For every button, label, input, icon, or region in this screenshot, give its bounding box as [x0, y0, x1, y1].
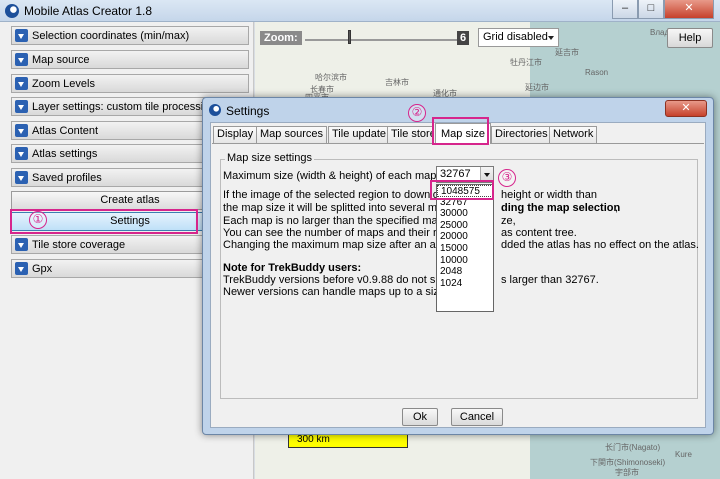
- tab-display[interactable]: Display: [213, 126, 258, 143]
- note-text-1b: s larger than 32767.: [501, 274, 599, 286]
- collapse-arrow-icon: [15, 124, 28, 137]
- tab-tile-update[interactable]: Tile update: [328, 126, 391, 143]
- max-size-value: 32767: [440, 168, 471, 180]
- map-toolbar: Zoom: 6 Grid disabled: [255, 26, 720, 48]
- collapse-arrow-icon: [15, 147, 28, 160]
- map-label: 长门市(Nagato): [605, 443, 661, 452]
- maximize-button[interactable]: □: [638, 0, 664, 19]
- info-text-1b: height or width than: [501, 189, 598, 201]
- dropdown-option[interactable]: 20000: [437, 231, 493, 243]
- info-text-5a: Changing the maximum map size after an a…: [223, 239, 446, 251]
- panel-label: Zoom Levels: [32, 78, 95, 90]
- collapse-arrow-icon: [15, 171, 28, 184]
- info-text-4a: You can see the number of maps and their…: [223, 227, 449, 239]
- collapse-arrow-icon: [15, 100, 28, 113]
- map-label: Kure: [675, 450, 692, 459]
- cancel-button[interactable]: Cancel: [451, 408, 503, 426]
- max-size-dropdown-list: 1048575 32767 30000 25000 20000 15000 10…: [436, 184, 494, 312]
- minimize-button[interactable]: –: [612, 0, 638, 19]
- info-text-3b: ze,: [501, 215, 516, 227]
- app-logo-icon: [5, 4, 19, 18]
- note-title: Note for TrekBuddy users:: [223, 262, 362, 274]
- collapse-arrow-icon: [15, 53, 28, 66]
- window-close-button[interactable]: ✕: [664, 0, 714, 19]
- map-label: 牡丹江市: [510, 58, 542, 67]
- highlight-option-1048575: [430, 180, 494, 200]
- grid-select-value: Grid disabled: [483, 31, 548, 43]
- zoom-label: Zoom:: [260, 31, 302, 45]
- title-bar: Mobile Atlas Creator 1.8 – □ ✕: [0, 0, 720, 22]
- zoom-slider[interactable]: [305, 39, 460, 41]
- dialog-title: Settings: [226, 104, 270, 118]
- info-text-3a: Each map is no larger than the specified…: [223, 215, 446, 227]
- panel-zoom-levels[interactable]: Zoom Levels: [11, 74, 249, 93]
- dialog-body: Display Map sources Tile update Tile sto…: [210, 122, 706, 428]
- map-label: 延吉市: [555, 48, 579, 57]
- dropdown-option[interactable]: 15000: [437, 243, 493, 255]
- panel-label: Map source: [32, 54, 90, 66]
- collapse-arrow-icon: [15, 262, 28, 275]
- map-label: 吉林市: [385, 78, 409, 87]
- step-badge-1: ①: [29, 211, 47, 229]
- tab-tile-store[interactable]: Tile store: [387, 126, 433, 143]
- ok-button[interactable]: Ok: [402, 408, 438, 426]
- zoom-value: 6: [457, 31, 470, 45]
- map-label: 延边市: [525, 83, 549, 92]
- note-text-1a: TrekBuddy versions before v0.9.88 do not…: [223, 274, 454, 286]
- map-label: 哈尔滨市: [315, 73, 347, 82]
- note-text-2a: Newer versions can handle maps up to a s…: [223, 286, 445, 298]
- info-text-2c: ,: [615, 202, 619, 214]
- step-badge-3: ③: [498, 169, 516, 187]
- tab-map-sources[interactable]: Map sources: [256, 126, 327, 143]
- group-title: Map size settings: [225, 152, 314, 164]
- dropdown-option[interactable]: 2048: [437, 266, 493, 278]
- settings-dialog: Settings ✕ Display Map sources Tile upda…: [202, 97, 714, 435]
- tab-network[interactable]: Network: [549, 126, 598, 143]
- help-button[interactable]: Help: [667, 28, 713, 48]
- zoom-slider-thumb[interactable]: [348, 30, 351, 44]
- dropdown-option[interactable]: 10000: [437, 255, 493, 267]
- highlight-map-size-tab: [432, 117, 489, 145]
- chevron-down-icon: [548, 36, 554, 40]
- max-size-label: Maximum size (width & height) of each ma…: [223, 170, 440, 182]
- dropdown-option[interactable]: 30000: [437, 208, 493, 220]
- info-text-4b: as content tree.: [501, 227, 577, 239]
- grid-select[interactable]: Grid disabled: [478, 28, 559, 47]
- panel-label: Selection coordinates (min/max): [32, 30, 190, 42]
- map-label: Rason: [585, 68, 609, 77]
- collapse-arrow-icon: [15, 238, 28, 251]
- app-logo-icon: [209, 104, 221, 116]
- info-text-2b: ding the map selection: [501, 202, 621, 214]
- window-title: Mobile Atlas Creator 1.8: [24, 4, 153, 18]
- info-text-2a: the map size it will be splitted into se…: [223, 202, 444, 214]
- step-badge-2: ②: [408, 104, 426, 122]
- dialog-close-button[interactable]: ✕: [665, 100, 707, 117]
- dropdown-option[interactable]: 25000: [437, 220, 493, 232]
- panel-selection-coordinates[interactable]: Selection coordinates (min/max): [11, 26, 249, 45]
- map-label: 宇部市: [615, 468, 639, 477]
- tab-directories[interactable]: Directories: [491, 126, 552, 143]
- collapse-arrow-icon: [15, 29, 28, 42]
- panel-map-source[interactable]: Map source: [11, 50, 249, 69]
- info-text-1a: If the image of the selected region to d…: [223, 189, 439, 201]
- collapse-arrow-icon: [15, 77, 28, 90]
- dropdown-option[interactable]: 1024: [437, 278, 493, 290]
- info-text-5b: dded the atlas has no effect on the atla…: [501, 239, 699, 251]
